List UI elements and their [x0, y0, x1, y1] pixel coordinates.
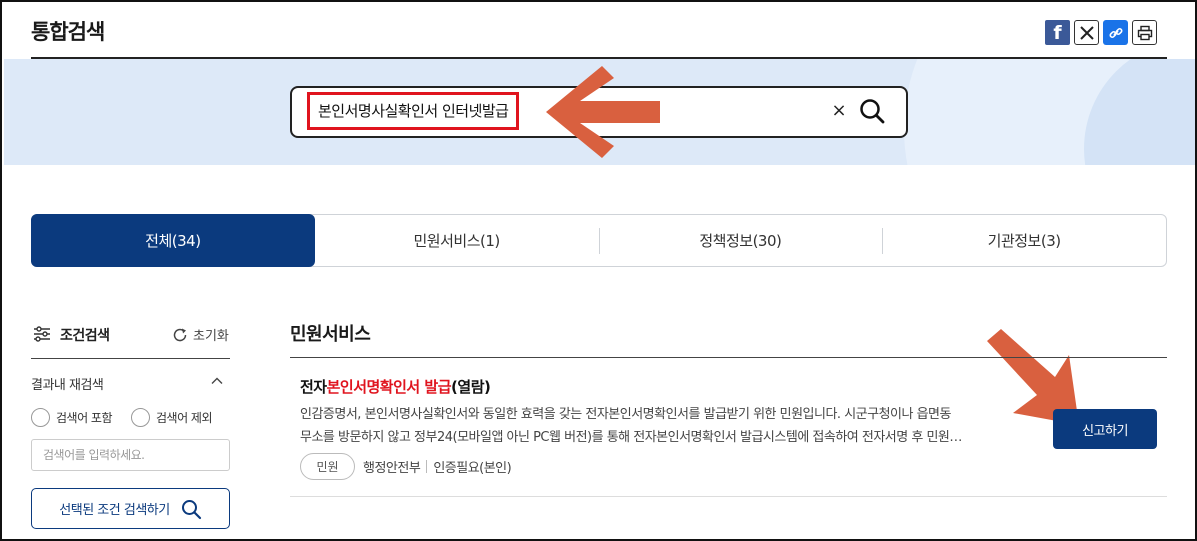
reset-label: 초기화: [193, 329, 229, 344]
page-title: 통합검색: [31, 20, 105, 44]
tab-civil-services[interactable]: 민원서비스(1): [315, 215, 599, 266]
apply-filter-label: 선택된 조건 검색하기: [59, 503, 170, 518]
result-title-suffix: (열람): [451, 378, 491, 396]
search-button[interactable]: [857, 96, 887, 126]
apply-service-button[interactable]: 신고하기: [1053, 409, 1157, 449]
result-tabs: 전체(34) 민원서비스(1) 정책정보(30) 기관정보(3): [31, 214, 1167, 267]
tab-agency-info[interactable]: 기관정보(3): [882, 215, 1166, 266]
refine-search-label: 결과내 재검색: [31, 378, 104, 393]
tab-label: 정책정보(30): [699, 232, 782, 250]
result-description: 인감증명서, 본인서명사실확인서와 동일한 효력을 갖는 전자본인서명확인서를 …: [300, 403, 1022, 449]
refresh-icon: [173, 328, 187, 341]
keyword-field[interactable]: 검색어를 입력하세요.: [31, 439, 230, 471]
search-icon: [181, 499, 201, 519]
clear-search-button[interactable]: ×: [828, 100, 850, 122]
tab-policy-info[interactable]: 정책정보(30): [598, 215, 883, 266]
result-desc-line: 무소를 방문하지 않고 정부24(모바일앱 아닌 PC웹 버전)를 통해 전자본…: [300, 430, 962, 445]
tab-all[interactable]: 전체(34): [31, 214, 315, 267]
filter-icon: [34, 326, 50, 342]
result-divider: [290, 496, 1167, 497]
chevron-up-icon[interactable]: [210, 374, 224, 388]
result-title-prefix: 전자: [300, 378, 327, 396]
section-divider: [290, 357, 1167, 358]
result-desc-line: 인감증명서, 본인서명사실확인서와 동일한 효력을 갖는 전자본인서명확인서를 …: [300, 407, 951, 422]
radio-label: 검색어 제외: [156, 411, 213, 425]
radio-circle: [31, 408, 50, 427]
category-badge: 민원: [300, 453, 355, 480]
x-icon[interactable]: [1074, 20, 1099, 45]
search-icon: [860, 99, 885, 124]
radio-exclude-keyword[interactable]: 검색어 제외: [131, 408, 213, 427]
result-meta: 행정안전부 인증필요(본인): [363, 457, 512, 476]
search-query-text[interactable]: 본인서명사실확인서 인터넷발급: [307, 92, 520, 130]
reset-button[interactable]: 초기화: [172, 325, 229, 344]
tab-label: 민원서비스(1): [413, 232, 501, 250]
link-icon[interactable]: [1103, 20, 1128, 45]
radio-circle: [131, 408, 150, 427]
radio-include-keyword[interactable]: 검색어 포함: [31, 408, 113, 427]
print-icon[interactable]: [1132, 20, 1157, 45]
auth-requirement: 인증필요(본인): [433, 461, 512, 476]
result-title-link[interactable]: 전자본인서명확인서 발급(열람): [300, 376, 491, 397]
page-frame: 통합검색 f 본인서명사실확인서 인터넷발급 × 전체(34) 민원서비스(1)…: [0, 0, 1197, 541]
facebook-icon[interactable]: f: [1045, 20, 1070, 45]
annotation-arrow-left: [546, 66, 660, 158]
section-title: 민원서비스: [290, 324, 371, 345]
agency-name: 행정안전부: [363, 461, 421, 476]
tab-label: 기관정보(3): [987, 232, 1061, 250]
radio-label: 검색어 포함: [56, 411, 113, 425]
sidebar-divider: [31, 358, 230, 359]
apply-filter-button[interactable]: 선택된 조건 검색하기: [31, 488, 230, 529]
filter-title: 조건검색: [60, 328, 110, 344]
result-title-highlight: 본인서명확인서 발급: [326, 378, 452, 396]
